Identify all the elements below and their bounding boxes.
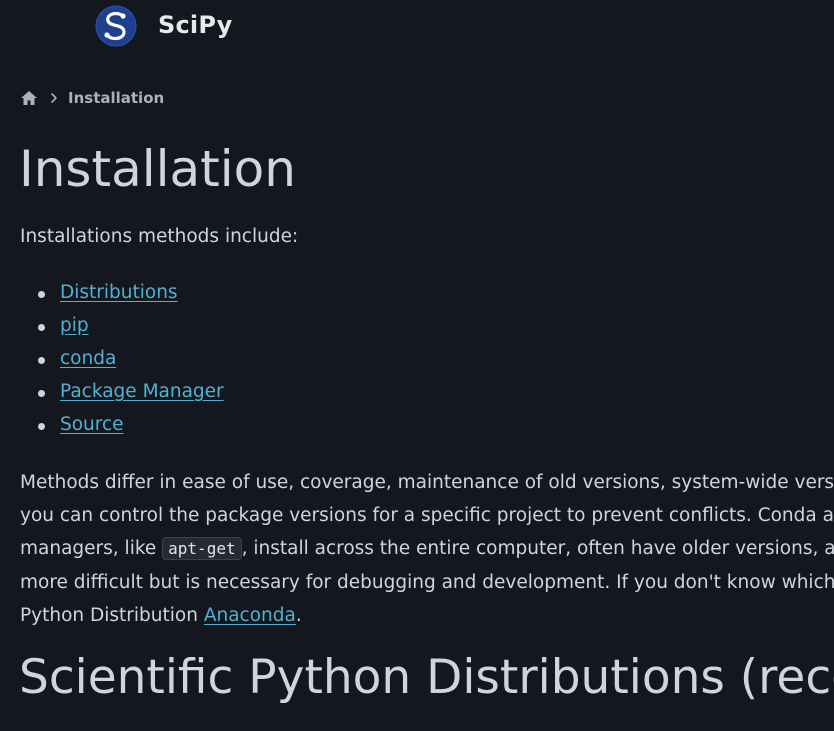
list-item: Source <box>20 414 224 447</box>
paragraph-line: Methods differ in ease of use, coverage,… <box>20 472 834 493</box>
paragraph-text: Python Distribution <box>20 604 204 626</box>
source-link[interactable]: Source <box>60 414 124 435</box>
bullet <box>38 390 45 397</box>
anaconda-link[interactable]: Anaconda <box>204 605 296 626</box>
paragraph-line: more difficult but is necessary for debu… <box>20 571 834 593</box>
list-item: conda <box>20 348 224 381</box>
bullet <box>38 291 45 298</box>
list-item: Package Manager <box>20 381 224 414</box>
paragraph-line: you can control the package versions for… <box>20 505 834 527</box>
apt-get-code: apt-get <box>162 537 242 561</box>
scipy-logo-icon[interactable] <box>95 5 137 47</box>
breadcrumb: Installation <box>20 88 164 108</box>
pip-link[interactable]: pip <box>60 315 89 336</box>
intro-text: Installations methods include: <box>20 226 299 247</box>
header: SciPy <box>0 0 834 56</box>
breadcrumb-current: Installation <box>68 89 165 107</box>
paragraph-line: managers, like apt-get, install across t… <box>20 532 834 565</box>
package-manager-link[interactable]: Package Manager <box>60 381 224 402</box>
list-item: Distributions <box>20 282 224 315</box>
brand-name[interactable]: SciPy <box>158 11 232 39</box>
home-icon[interactable] <box>20 89 38 107</box>
paragraph-text: , install across the entire computer, of… <box>241 538 834 560</box>
paragraph-text: managers, like <box>20 538 163 560</box>
distributions-link[interactable]: Distributions <box>60 282 178 303</box>
list-item: pip <box>20 315 224 348</box>
section-heading: Scientific Python Distributions (recom <box>19 650 834 705</box>
paragraph-line: Python Distribution Anaconda. <box>20 599 834 632</box>
conda-link[interactable]: conda <box>60 348 116 369</box>
page: SciPy Installation Installation Installa… <box>0 0 834 731</box>
bullet <box>38 357 45 364</box>
bullet <box>38 324 45 331</box>
methods-list: Distributions pip conda Package Manager … <box>20 282 224 447</box>
paragraph-text: . <box>295 604 302 626</box>
chevron-right-icon <box>51 93 57 103</box>
page-title: Installation <box>19 140 296 198</box>
bullet <box>38 423 45 430</box>
methods-paragraph: Methods differ in ease of use, coverage,… <box>20 466 834 632</box>
